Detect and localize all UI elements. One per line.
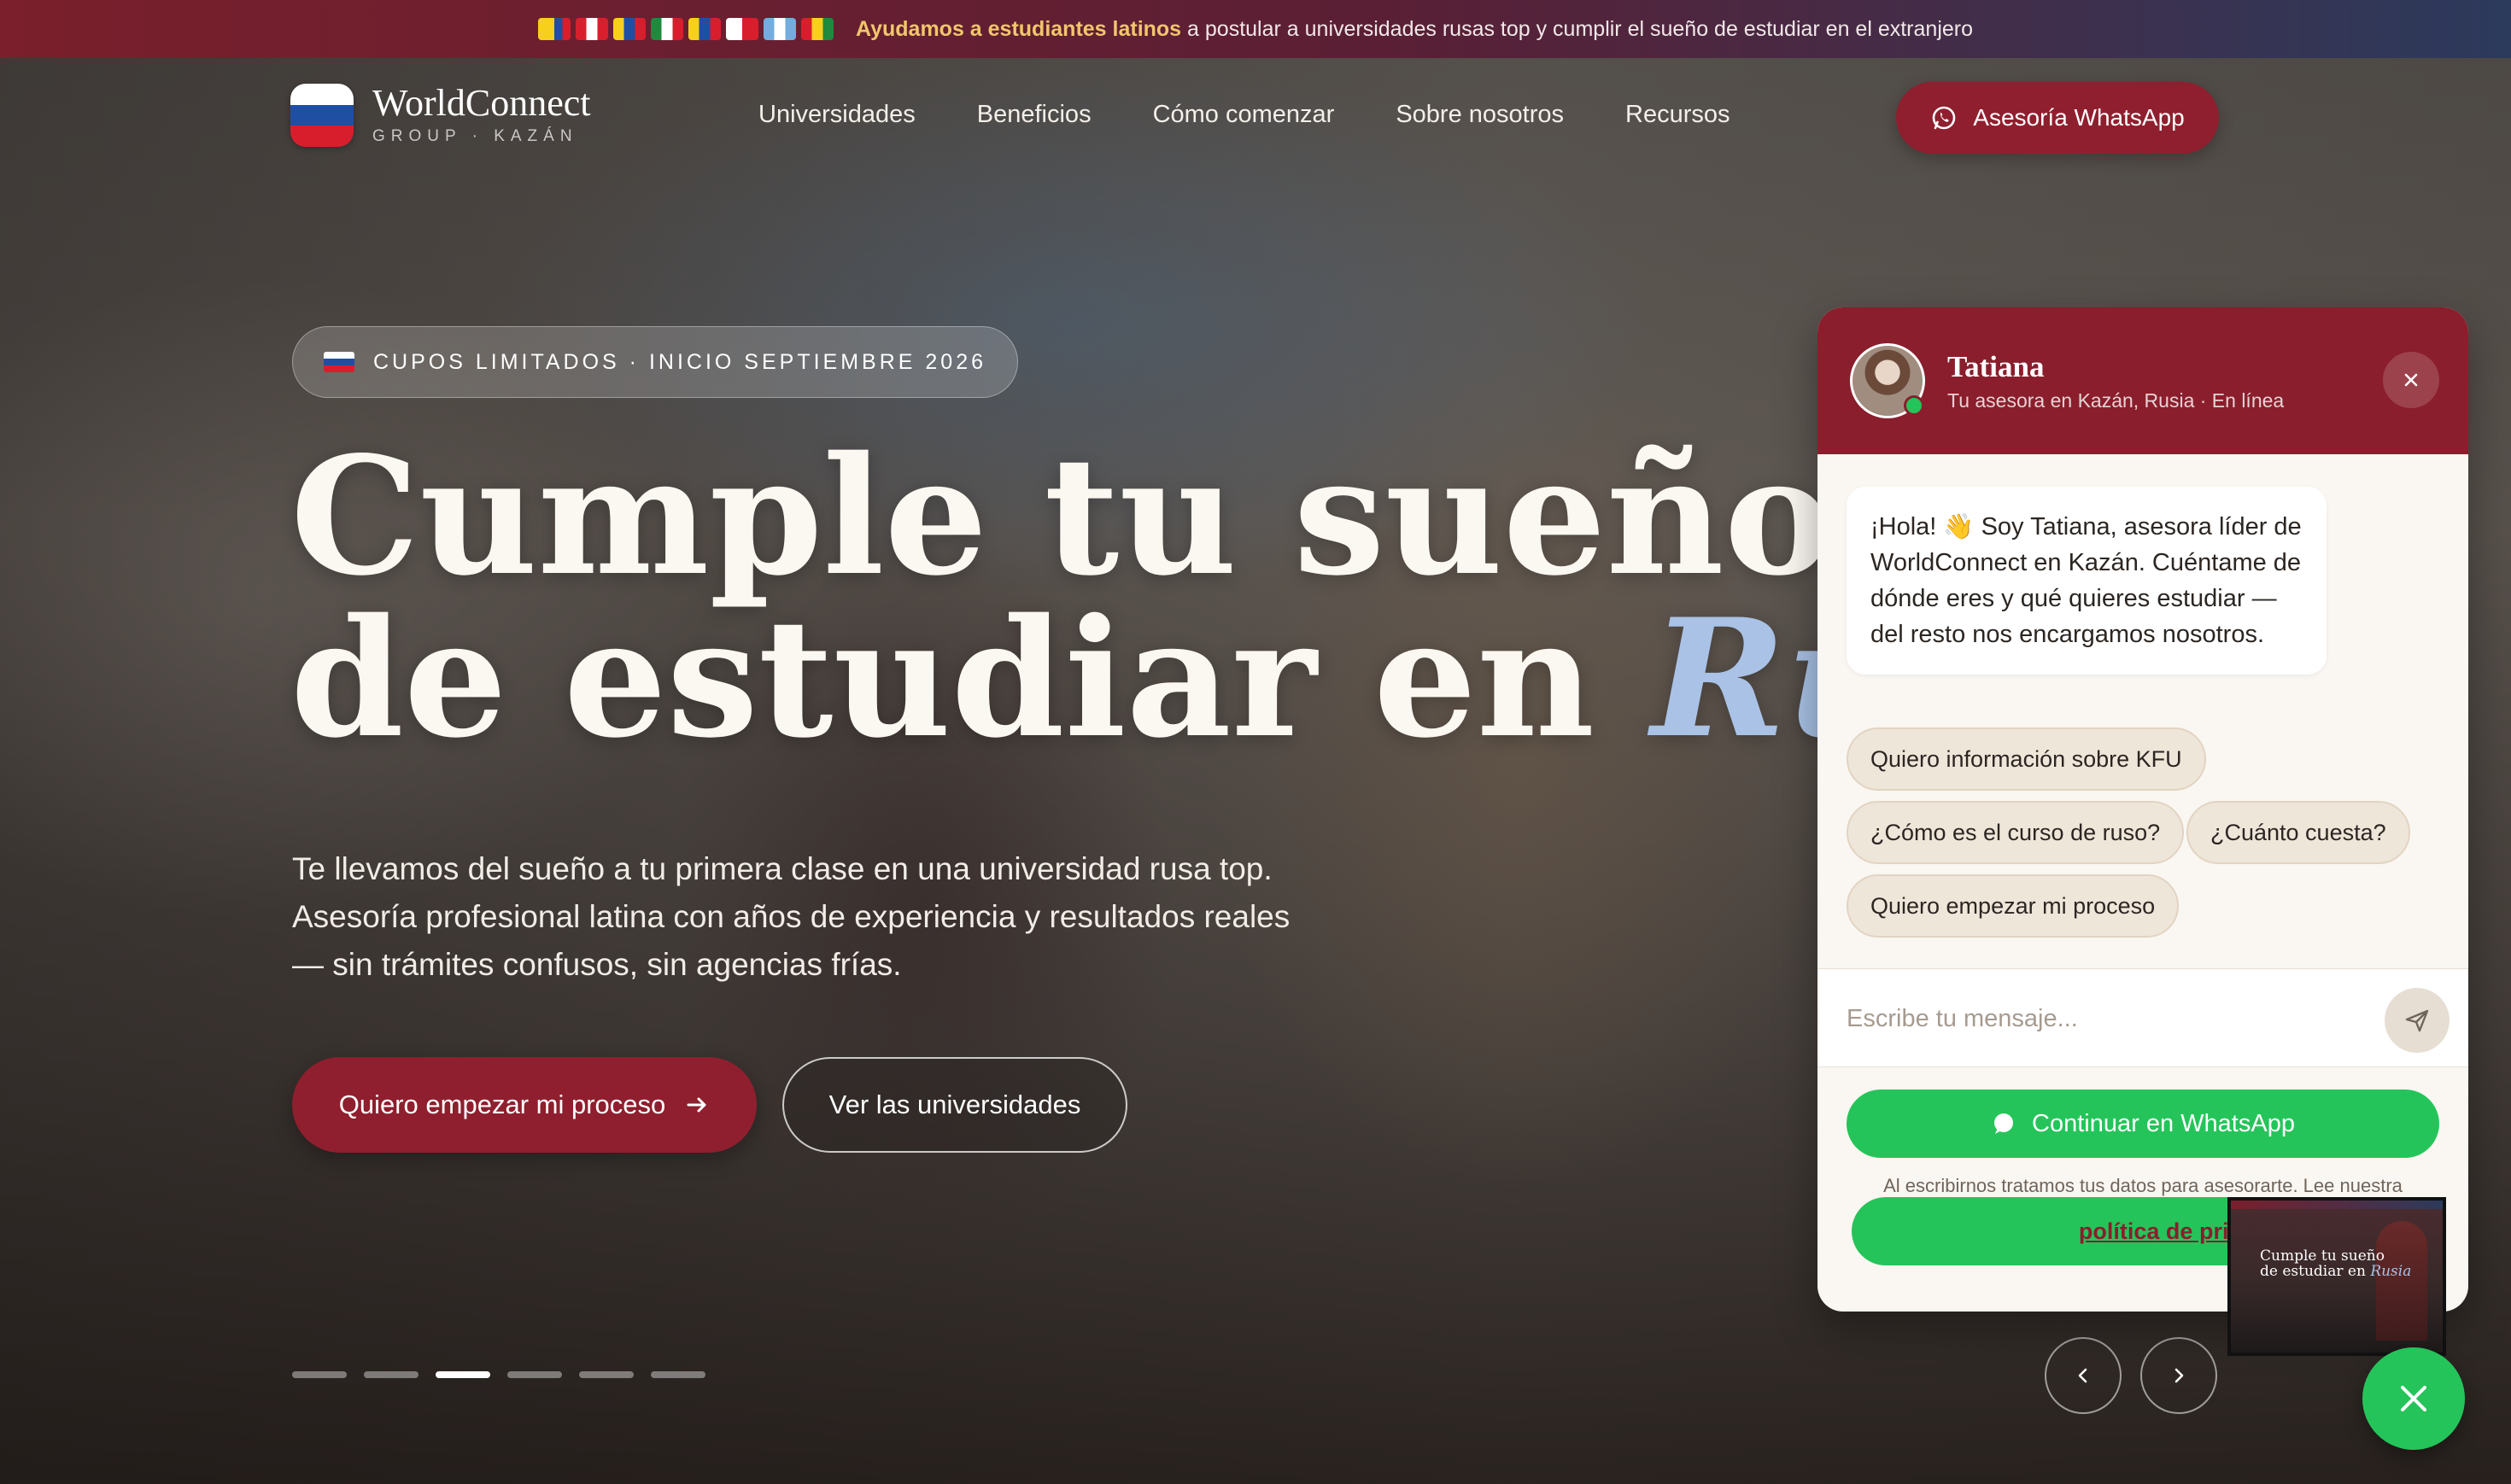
agent-info: Tatiana Tu asesora en Kazán, Rusia · En … [1947, 350, 2284, 412]
start-process-button[interactable]: Quiero empezar mi proceso [292, 1057, 757, 1153]
continue-whatsapp-label: Continuar en WhatsApp [2032, 1109, 2295, 1137]
whatsapp-icon [1932, 106, 1956, 130]
thumbnail-title-accent: Rusia [2370, 1263, 2412, 1280]
russia-flag-icon [324, 352, 354, 372]
logo-name: WorldConnect [372, 82, 591, 124]
chat-message-input[interactable] [1847, 995, 2350, 1043]
agent-subtitle: Tu asesora en Kazán, Rusia · En línea [1947, 389, 2285, 412]
send-message-button[interactable] [2385, 988, 2450, 1053]
agent-avatar [1850, 343, 1925, 418]
online-status-indicator [1904, 395, 1924, 416]
flag-ecuador-icon [688, 18, 721, 40]
limited-spots-badge: CUPOS LIMITADOS · INICIO SEPTIEMBRE 2026 [292, 326, 1018, 398]
thumbnail-title-line2: de estudiar en [2260, 1263, 2366, 1280]
quick-reply-kfu[interactable]: Quiero información sobre KFU [1847, 727, 2206, 791]
hero-title-line2: de estudiar en [290, 583, 1595, 774]
slider-dot[interactable] [507, 1371, 562, 1378]
chat-bubble-icon [1994, 1113, 2014, 1134]
announcement-highlight: Ayudamos a estudiantes latinos [855, 16, 1182, 41]
flag-peru-icon [575, 18, 608, 40]
main-nav: Universidades Beneficios Cómo comenzar S… [758, 101, 1730, 129]
page-preview-thumbnail[interactable]: Cumple tu sueño de estudiar en Rusia [2227, 1197, 2446, 1356]
slider-next-button[interactable] [2140, 1337, 2217, 1414]
arrow-right-icon [687, 1097, 706, 1113]
flag-mexico-icon [650, 18, 683, 40]
view-universities-button[interactable]: Ver las universidades [782, 1057, 1127, 1153]
announcement-bar: Ayudamos a estudiantes latinos a postula… [0, 0, 2511, 58]
site-logo[interactable]: WorldConnect GROUP · KAZÁN [290, 84, 591, 147]
badge-text: CUPOS LIMITADOS · INICIO SEPTIEMBRE 2026 [373, 349, 986, 374]
nav-beneficios[interactable]: Beneficios [977, 101, 1092, 129]
send-icon [2405, 1009, 2429, 1032]
hero-lead: Te llevamos del sueño a tu primera clase… [292, 851, 1291, 982]
russia-flag-icon [290, 84, 354, 147]
chat-close-button[interactable] [2383, 352, 2439, 408]
thumbnail-topbar [2231, 1201, 2443, 1209]
quick-reply-cost[interactable]: ¿Cuánto cuesta? [2186, 801, 2410, 864]
close-icon [2401, 1386, 2426, 1411]
chevron-right-icon [2174, 1368, 2184, 1383]
slider-dot[interactable] [364, 1371, 418, 1378]
thumbnail-screen: Cumple tu sueño de estudiar en Rusia [2231, 1201, 2443, 1353]
quick-reply-russian-course[interactable]: ¿Cómo es el curso de ruso? [1847, 801, 2185, 864]
slider-dot[interactable] [292, 1371, 347, 1378]
flag-venezuela-like-icon [612, 18, 646, 40]
country-flags [537, 18, 834, 40]
nav-como-comenzar[interactable]: Cómo comenzar [1153, 101, 1335, 129]
agent-name: Tatiana [1947, 349, 2045, 383]
slider-dots [292, 1371, 705, 1378]
view-universities-label: Ver las universidades [828, 1090, 1081, 1119]
thumbnail-title: Cumple tu sueño de estudiar en Rusia [2260, 1248, 2411, 1279]
nav-sobre-nosotros[interactable]: Sobre nosotros [1396, 101, 1564, 129]
nav-recursos[interactable]: Recursos [1625, 101, 1730, 129]
start-process-label: Quiero empezar mi proceso [338, 1090, 666, 1119]
chat-header: Tatiana Tu asesora en Kazán, Rusia · En … [1817, 307, 2468, 454]
flag-argentina-icon [763, 18, 796, 40]
chat-widget: Tatiana Tu asesora en Kazán, Rusia · En … [1817, 307, 2468, 1312]
logo-subtitle: GROUP · KAZÁN [372, 127, 578, 145]
chat-toggle-close-button[interactable] [2362, 1347, 2465, 1450]
thumbnail-title-line1: Cumple tu sueño [2260, 1247, 2385, 1265]
slider-dot[interactable] [436, 1371, 490, 1378]
privacy-notice: Al escribirnos tratamos tus datos para a… [1883, 1175, 2403, 1196]
announcement-text: Ayudamos a estudiantes latinos a postula… [856, 17, 1973, 42]
flag-bolivia-icon [800, 18, 834, 40]
slider-dot[interactable] [651, 1371, 705, 1378]
flag-chile-icon [725, 18, 758, 40]
agent-greeting-message: ¡Hola! 👋 Soy Tatiana, asesora líder de W… [1847, 487, 2327, 675]
nav-universidades[interactable]: Universidades [758, 101, 916, 129]
header-whatsapp-button[interactable]: Asesoría WhatsApp [1896, 82, 2219, 154]
thumbnail-tower-image [2376, 1221, 2427, 1341]
quick-reply-start-process[interactable]: Quiero empezar mi proceso [1847, 874, 2180, 938]
header-whatsapp-label: Asesoría WhatsApp [1973, 104, 2185, 131]
flag-colombia-icon [537, 18, 571, 40]
chat-input-row [1817, 968, 2468, 1067]
slider-dot[interactable] [579, 1371, 634, 1378]
continue-whatsapp-button[interactable]: Continuar en WhatsApp [1847, 1090, 2439, 1158]
chevron-left-icon [2078, 1368, 2087, 1383]
announcement-message: a postular a universidades rusas top y c… [1187, 16, 1974, 41]
close-icon [2404, 373, 2418, 387]
slider-prev-button[interactable] [2045, 1337, 2122, 1414]
